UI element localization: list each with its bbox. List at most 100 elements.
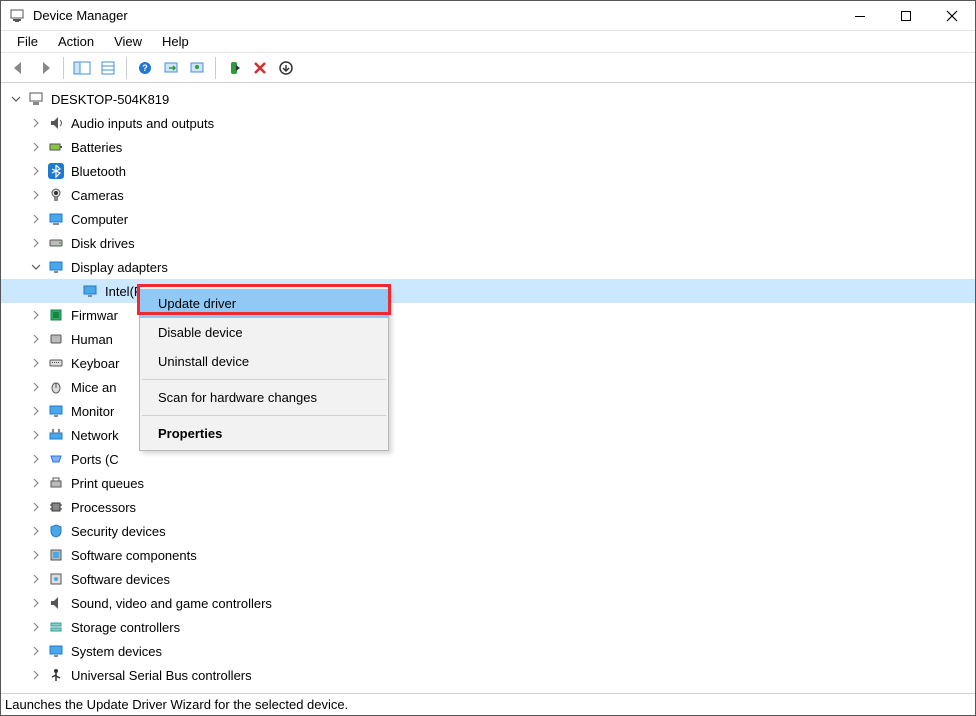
tree-category-node[interactable]: Batteries (1, 135, 975, 159)
chevron-right-icon[interactable] (29, 116, 43, 130)
ctx-properties[interactable]: Properties (140, 419, 388, 448)
chevron-right-icon[interactable] (29, 332, 43, 346)
category-icon (47, 378, 65, 396)
tree-category-node[interactable]: Audio inputs and outputs (1, 111, 975, 135)
ctx-disable-device[interactable]: Disable device (140, 318, 388, 347)
toolbar-uninstall-button[interactable] (248, 56, 272, 80)
chevron-right-icon[interactable] (29, 500, 43, 514)
tree-category-node[interactable]: Sound, video and game controllers (1, 591, 975, 615)
menubar: File Action View Help (1, 31, 975, 53)
chevron-right-icon[interactable] (29, 380, 43, 394)
chevron-right-icon[interactable] (29, 428, 43, 442)
category-label: Sound, video and game controllers (71, 596, 272, 611)
tree-category-node[interactable]: Computer (1, 207, 975, 231)
chevron-right-icon[interactable] (29, 140, 43, 154)
tree-category-node[interactable]: System devices (1, 639, 975, 663)
chevron-down-icon[interactable] (9, 92, 23, 106)
chevron-down-icon[interactable] (29, 260, 43, 274)
toolbar-view-button[interactable] (96, 56, 120, 80)
tree-category-node[interactable]: Cameras (1, 183, 975, 207)
menu-file[interactable]: File (9, 32, 46, 51)
category-icon (47, 618, 65, 636)
category-label: Human (71, 332, 113, 347)
chevron-right-icon[interactable] (29, 596, 43, 610)
category-icon (47, 234, 65, 252)
tree-category-node[interactable]: Bluetooth (1, 159, 975, 183)
chevron-right-icon[interactable] (29, 572, 43, 586)
chevron-right-icon[interactable] (29, 236, 43, 250)
tree-category-node[interactable]: Security devices (1, 519, 975, 543)
category-icon (47, 426, 65, 444)
chevron-right-icon[interactable] (29, 452, 43, 466)
chevron-right-icon[interactable] (29, 212, 43, 226)
menu-action[interactable]: Action (50, 32, 102, 51)
category-label: Disk drives (71, 236, 135, 251)
chevron-right-icon[interactable] (29, 620, 43, 634)
ctx-scan-hardware[interactable]: Scan for hardware changes (140, 383, 388, 412)
category-label: Bluetooth (71, 164, 126, 179)
toolbar-separator (63, 57, 64, 79)
tree-category-node[interactable]: Display adapters (1, 255, 975, 279)
toolbar-scan-hardware-button[interactable] (274, 56, 298, 80)
chevron-right-icon[interactable] (29, 548, 43, 562)
chevron-right-icon[interactable] (29, 188, 43, 202)
toolbar-show-hide-button[interactable] (70, 56, 94, 80)
tree-category-node[interactable]: Disk drives (1, 231, 975, 255)
category-label: Software components (71, 548, 197, 563)
menu-view[interactable]: View (106, 32, 150, 51)
category-label: Security devices (71, 524, 166, 539)
device-tree[interactable]: DESKTOP-504K819 Audio inputs and outputs… (1, 83, 975, 693)
toolbar-enable-button[interactable] (222, 56, 246, 80)
tree-category-node[interactable]: Software components (1, 543, 975, 567)
category-label: System devices (71, 644, 162, 659)
chevron-right-icon[interactable] (29, 524, 43, 538)
category-icon (47, 666, 65, 684)
chevron-right-icon[interactable] (29, 164, 43, 178)
category-icon (47, 210, 65, 228)
category-label: Processors (71, 500, 136, 515)
toolbar-back-button[interactable] (7, 56, 31, 80)
menu-help[interactable]: Help (154, 32, 197, 51)
ctx-update-driver[interactable]: Update driver (140, 289, 388, 318)
chevron-right-icon[interactable] (29, 308, 43, 322)
maximize-button[interactable] (883, 1, 929, 31)
category-icon (47, 546, 65, 564)
category-label: Ports (C (71, 452, 119, 467)
chevron-right-icon[interactable] (29, 644, 43, 658)
tree-category-node[interactable]: Processors (1, 495, 975, 519)
chevron-right-icon[interactable] (29, 356, 43, 370)
category-icon (47, 402, 65, 420)
category-label: Cameras (71, 188, 124, 203)
category-label: Keyboar (71, 356, 119, 371)
toolbar-help-button[interactable]: ? (133, 56, 157, 80)
tree-category-node[interactable]: Storage controllers (1, 615, 975, 639)
tree-root-label: DESKTOP-504K819 (51, 92, 169, 107)
chevron-right-icon[interactable] (29, 476, 43, 490)
device-manager-icon (9, 8, 25, 24)
window-title: Device Manager (33, 8, 837, 23)
tree-category-node[interactable]: Software devices (1, 567, 975, 591)
tree-category-node[interactable]: Universal Serial Bus controllers (1, 663, 975, 687)
ctx-separator (142, 415, 386, 416)
tree-category-node[interactable]: Print queues (1, 471, 975, 495)
window-controls (837, 1, 975, 31)
tree-root-node[interactable]: DESKTOP-504K819 (1, 87, 975, 111)
category-label: Firmwar (71, 308, 118, 323)
context-menu: Update driver Disable device Uninstall d… (139, 286, 389, 451)
ctx-uninstall-device[interactable]: Uninstall device (140, 347, 388, 376)
chevron-right-icon[interactable] (29, 404, 43, 418)
minimize-button[interactable] (837, 1, 883, 31)
category-icon (47, 330, 65, 348)
category-label: Universal Serial Bus controllers (71, 668, 252, 683)
toolbar-forward-button[interactable] (33, 56, 57, 80)
category-icon (47, 522, 65, 540)
category-icon (47, 114, 65, 132)
toolbar-update-driver-button[interactable] (185, 56, 209, 80)
ctx-separator (142, 379, 386, 380)
chevron-right-icon[interactable] (29, 668, 43, 682)
svg-text:?: ? (142, 63, 148, 73)
toolbar-separator (126, 57, 127, 79)
close-button[interactable] (929, 1, 975, 31)
category-label: Computer (71, 212, 128, 227)
toolbar-scan-button[interactable] (159, 56, 183, 80)
